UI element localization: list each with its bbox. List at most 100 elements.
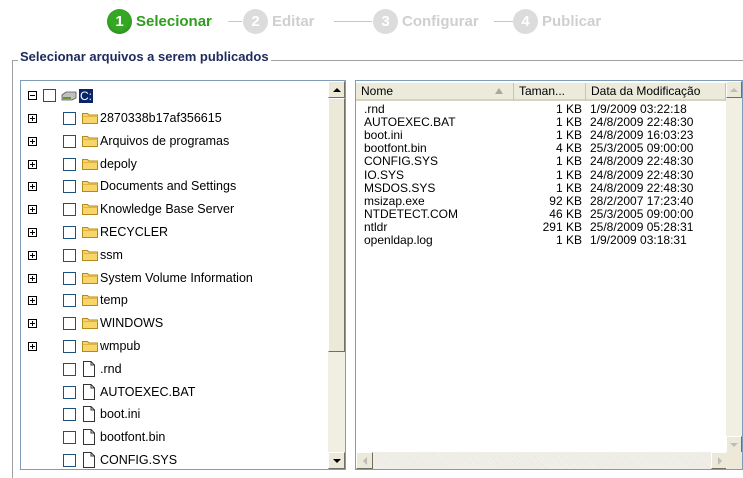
tree-folder-row[interactable]: ssm (21, 244, 326, 266)
tree-file-row[interactable]: bootfont.bin (21, 426, 326, 448)
tree-item-label[interactable]: WINDOWS (100, 316, 163, 330)
tree-folder-row[interactable]: Documents and Settings (21, 175, 326, 197)
tree-item-label[interactable]: AUTOEXEC.BAT (100, 385, 195, 399)
tree-file-row[interactable]: AUTOEXEC.BAT (21, 381, 326, 403)
tree-item-label[interactable]: System Volume Information (100, 271, 253, 285)
file-list-row[interactable]: CONFIG.SYS 1 KB 24/8/2009 22:48:30 (356, 155, 721, 168)
sort-ascending-icon (495, 88, 503, 94)
tree-folder-row[interactable]: WINDOWS (21, 312, 326, 334)
file-icon (83, 452, 95, 468)
tree-file-row[interactable]: boot.ini (21, 403, 326, 425)
checkbox[interactable] (63, 180, 76, 194)
tree-folder-row[interactable]: Knowledge Base Server (21, 198, 326, 220)
checkbox[interactable] (63, 203, 76, 217)
column-header-name[interactable]: Nome (356, 83, 514, 101)
expand-icon[interactable] (28, 273, 37, 283)
checkbox[interactable] (63, 157, 76, 171)
expand-icon[interactable] (28, 319, 37, 329)
checkbox[interactable] (63, 134, 76, 148)
expand-icon[interactable] (28, 250, 37, 260)
tree-folder-row[interactable]: temp (21, 289, 326, 311)
step-editar[interactable]: 2 Editar (243, 6, 315, 36)
step-selecionar[interactable]: 1 Selecionar (107, 6, 212, 36)
tree-item-label[interactable]: boot.ini (100, 407, 140, 421)
checkbox[interactable] (63, 112, 76, 125)
tree-item-label[interactable]: Knowledge Base Server (100, 202, 234, 216)
file-list-row[interactable]: MSDOS.SYS 1 KB 24/8/2009 22:48:30 (356, 181, 721, 195)
column-header-size[interactable]: Taman... (514, 83, 586, 101)
collapse-icon[interactable] (28, 91, 37, 100)
checkbox[interactable] (63, 340, 76, 353)
file-list[interactable]: Nome Taman... Data da Modificação .rnd 1 … (355, 80, 743, 470)
checkbox[interactable] (63, 454, 76, 467)
file-list-row[interactable]: .rnd 1 KB 1/9/2009 03:22:18 (356, 103, 721, 116)
file-name-cell: ntldr (364, 219, 388, 234)
expand-icon[interactable] (28, 296, 37, 306)
checkbox[interactable] (63, 271, 76, 285)
checkbox[interactable] (63, 294, 76, 308)
tree-item-label[interactable]: 2870338b17af356615 (100, 111, 222, 125)
expand-icon[interactable] (28, 159, 37, 169)
checkbox[interactable] (63, 408, 76, 422)
list-vertical-scrollbar[interactable] (726, 81, 742, 453)
checkbox[interactable] (43, 89, 56, 102)
tree-folder-row[interactable]: 2870338b17af356615 (21, 107, 326, 129)
tree-folder-row[interactable]: wmpub (21, 335, 326, 357)
folder-icon (82, 318, 98, 330)
wizard-steps: 1 Selecionar 2 Editar 3 Configurar 4 Pub… (0, 6, 743, 36)
tree-item-label[interactable]: wmpub (100, 339, 140, 353)
arrow-up-icon (730, 87, 738, 92)
checkbox[interactable] (63, 385, 76, 399)
tree-item-label[interactable]: RECYCLER (100, 225, 168, 239)
expand-icon[interactable] (28, 136, 37, 146)
expand-icon[interactable] (28, 228, 37, 237)
tree-folder-row[interactable]: System Volume Information (21, 267, 326, 289)
file-list-row[interactable]: bootfont.bin 4 KB 25/3/2005 09:00:00 (356, 142, 721, 155)
expand-icon[interactable] (28, 114, 37, 123)
file-list-row[interactable]: NTDETECT.COM 46 KB 25/3/2005 09:00:00 (356, 206, 721, 221)
tree-scrollbar[interactable] (328, 81, 345, 469)
checkbox[interactable] (63, 226, 76, 239)
step-publicar[interactable]: 4 Publicar (513, 6, 601, 36)
expand-icon[interactable] (28, 205, 37, 215)
scroll-thumb[interactable] (328, 98, 345, 352)
file-name-cell: msizap.exe (364, 193, 425, 208)
file-list-row[interactable]: AUTOEXEC.BAT 1 KB 24/8/2009 22:48:30 (356, 116, 721, 129)
file-list-row[interactable]: IO.SYS 1 KB 24/8/2009 22:48:30 (356, 168, 721, 182)
tree-drive-row[interactable]: C: (21, 85, 321, 107)
tree-folder-row[interactable]: RECYCLER (21, 221, 326, 243)
scroll-down-button[interactable] (328, 452, 345, 469)
file-list-row[interactable]: ntldr 291 KB 25/8/2009 05:28:31 (356, 219, 721, 234)
checkbox[interactable] (63, 431, 76, 445)
file-name-cell: NTDETECT.COM (364, 206, 458, 221)
tree-item-label[interactable]: bootfont.bin (100, 430, 165, 444)
expand-icon[interactable] (28, 182, 37, 192)
scroll-down-button[interactable] (726, 436, 742, 453)
tree-item-label[interactable]: CONFIG.SYS (100, 453, 177, 467)
folder-tree[interactable]: C: 2870338b17af356615 Arquivos de program… (20, 80, 346, 470)
list-horizontal-scrollbar[interactable] (356, 452, 728, 469)
scroll-up-button[interactable] (328, 81, 345, 98)
file-list-row[interactable]: msizap.exe 92 KB 28/2/2007 17:23:40 (356, 193, 721, 208)
file-list-row[interactable]: boot.ini 1 KB 24/8/2009 16:03:23 (356, 129, 721, 142)
column-header-date[interactable]: Data da Modificação (586, 83, 726, 101)
checkbox[interactable] (63, 248, 76, 262)
tree-item-label[interactable]: Arquivos de programas (100, 134, 229, 148)
scroll-left-button[interactable] (356, 452, 373, 469)
tree-item-label[interactable]: depoly (100, 157, 137, 171)
tree-item-label[interactable]: Documents and Settings (100, 179, 236, 193)
tree-item-label[interactable]: temp (100, 293, 128, 307)
file-list-row[interactable]: openldap.log 1 KB 1/9/2009 03:18:31 (356, 234, 721, 247)
checkbox[interactable] (63, 362, 76, 376)
tree-folder-row[interactable]: depoly (21, 153, 326, 175)
tree-item-label[interactable]: .rnd (100, 362, 122, 376)
tree-item-label[interactable]: ssm (100, 248, 123, 262)
checkbox[interactable] (63, 317, 76, 331)
tree-file-row[interactable]: .rnd (21, 358, 326, 380)
tree-drive-label[interactable]: C: (79, 89, 93, 103)
step-configurar[interactable]: 3 Configurar (373, 6, 479, 36)
scroll-up-button[interactable] (726, 81, 742, 98)
tree-file-row[interactable]: CONFIG.SYS (21, 449, 326, 469)
expand-icon[interactable] (28, 342, 37, 351)
tree-folder-row[interactable]: Arquivos de programas (21, 130, 326, 152)
